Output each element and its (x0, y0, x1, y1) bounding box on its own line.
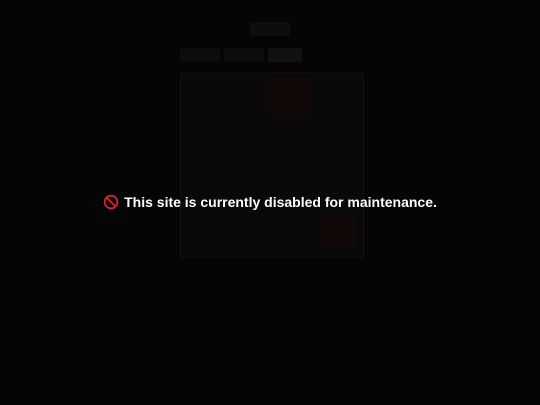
maintenance-message: This site is currently disabled for main… (103, 194, 437, 210)
maintenance-overlay: This site is currently disabled for main… (0, 0, 540, 405)
maintenance-text: This site is currently disabled for main… (124, 194, 437, 210)
prohibited-icon (103, 194, 119, 210)
page: This site is currently disabled for main… (0, 0, 540, 405)
